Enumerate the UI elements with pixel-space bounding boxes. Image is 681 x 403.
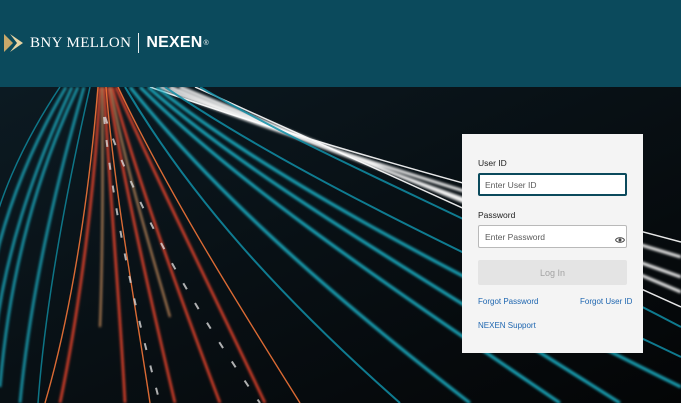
product-name: NEXEN [146,34,203,51]
registered-mark: ® [203,39,209,47]
brand-divider [138,33,140,53]
eye-icon[interactable] [615,236,625,244]
bny-mellon-logo-icon [4,34,23,52]
brand-name: BNY MELLON [30,34,132,51]
brand-logo[interactable]: BNY MELLON NEXEN ® [4,33,209,53]
user-id-label: User ID [478,158,507,168]
log-in-button[interactable]: Log In [478,260,627,285]
forgot-user-id-link[interactable]: Forgot User ID [580,297,632,306]
top-header: BNY MELLON NEXEN ® [0,0,681,87]
nexen-support-link[interactable]: NEXEN Support [478,321,536,330]
user-id-input[interactable] [478,173,627,196]
login-panel: User ID Password Log In Forgot Password … [462,134,643,353]
forgot-password-link[interactable]: Forgot Password [478,297,538,306]
password-label: Password [478,210,516,220]
password-input[interactable] [478,225,627,248]
